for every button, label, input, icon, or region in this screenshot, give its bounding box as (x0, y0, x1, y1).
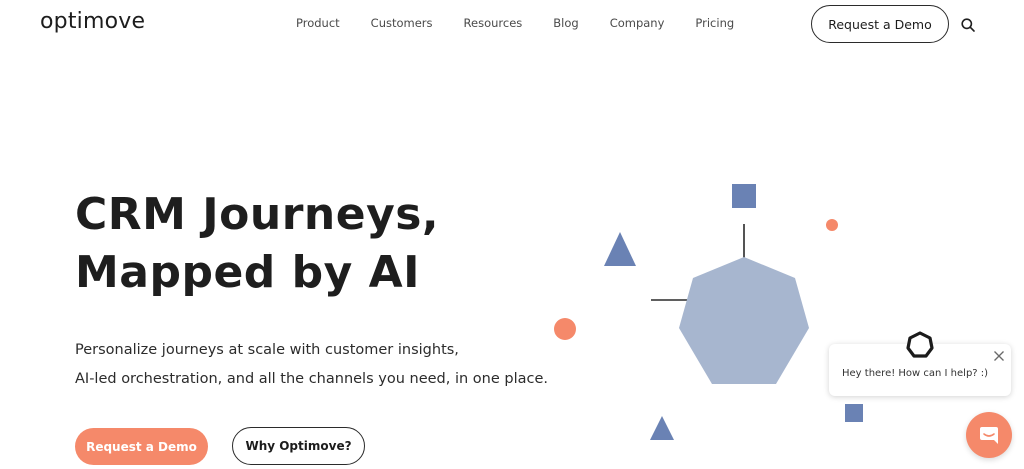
request-demo-button[interactable]: Request a Demo (75, 428, 208, 465)
chat-launcher-button[interactable] (966, 412, 1012, 458)
hero-title-line2: Mapped by AI (75, 247, 421, 298)
nav-resources[interactable]: Resources (464, 16, 523, 30)
search-icon[interactable] (960, 17, 976, 33)
dot-shape-top-right (826, 219, 838, 231)
dot-shape-left (554, 318, 576, 340)
hero-illustration (554, 184, 838, 440)
hero-subtitle: Personalize journeys at scale with custo… (75, 336, 548, 394)
request-demo-header-button[interactable]: Request a Demo (811, 5, 949, 43)
square-shape-top (732, 184, 756, 208)
triangle-shape-bottom (650, 416, 674, 440)
square-shape-bottom-right (845, 404, 863, 422)
why-optimove-button[interactable]: Why Optimove? (232, 427, 365, 465)
hero-title: CRM Journeys, Mapped by AI (75, 186, 439, 302)
heptagon-shape (679, 257, 809, 384)
nav-pricing[interactable]: Pricing (695, 16, 734, 30)
main-nav: Product Customers Resources Blog Company… (296, 16, 765, 30)
hero-title-line1: CRM Journeys, (75, 189, 440, 240)
nav-product[interactable]: Product (296, 16, 340, 30)
chat-icon (980, 427, 998, 444)
nav-company[interactable]: Company (610, 16, 665, 30)
nav-customers[interactable]: Customers (371, 16, 433, 30)
logo[interactable]: optimove (40, 9, 145, 34)
chat-message: Hey there! How can I help? :) (842, 368, 989, 379)
bot-avatar-icon (906, 331, 934, 358)
nav-blog[interactable]: Blog (553, 16, 578, 30)
close-icon[interactable] (993, 350, 1005, 362)
hero-subtitle-line1: Personalize journeys at scale with custo… (75, 342, 459, 358)
hero-subtitle-line2: AI-led orchestration, and all the channe… (75, 371, 548, 387)
triangle-shape-left (604, 232, 636, 266)
